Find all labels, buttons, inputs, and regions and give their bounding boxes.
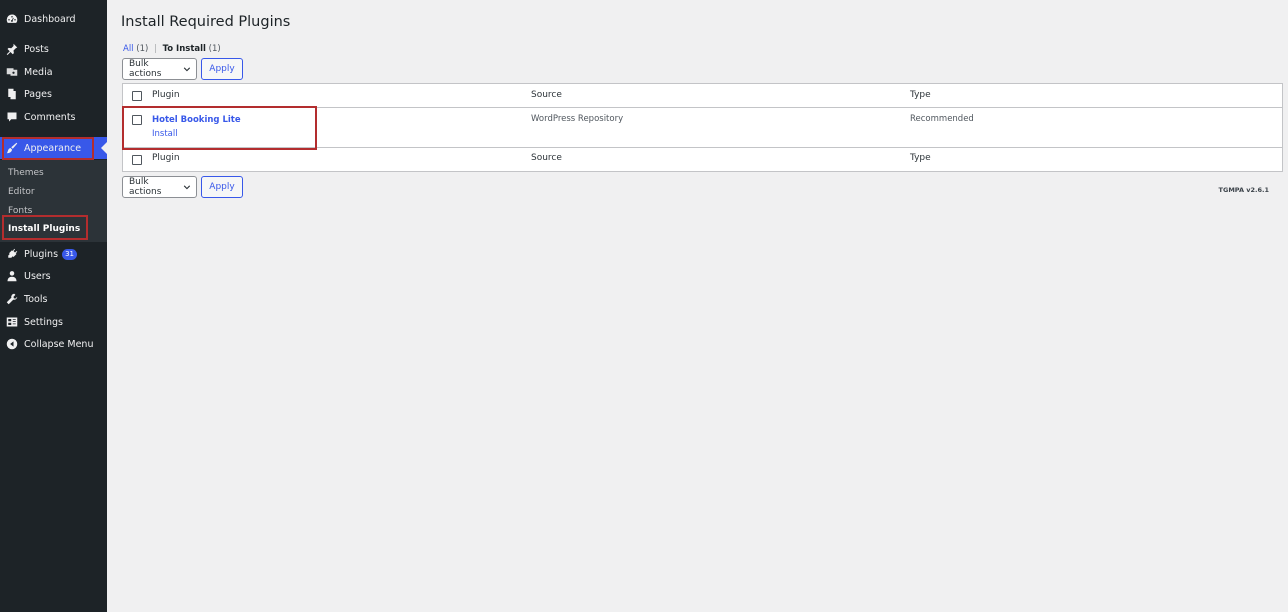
column-footer-type: Type <box>910 153 931 163</box>
plugins-update-badge: 31 <box>62 248 78 260</box>
sidebar-item-label: Appearance <box>24 142 82 154</box>
sidebar-item-label: Dashboard <box>24 13 76 25</box>
sidebar-item-pages[interactable]: Pages <box>0 83 107 105</box>
sidebar-item-posts[interactable]: Posts <box>0 38 107 60</box>
comments-icon <box>0 106 24 128</box>
install-action-link[interactable]: Install <box>152 129 178 139</box>
sidebar-item-label: Pages <box>24 88 52 100</box>
row-checkbox[interactable] <box>132 115 142 125</box>
bulk-actions-label: Bulk actions <box>129 177 162 197</box>
sidebar-item-label: Users <box>24 270 51 282</box>
plugin-icon <box>0 243 24 265</box>
submenu-item-fonts[interactable]: Fonts <box>8 206 32 216</box>
column-header-type: Type <box>910 90 931 100</box>
status-filter-links: All (1) | To Install (1) <box>123 44 221 54</box>
dashboard-icon <box>0 8 24 30</box>
bulk-actions-top: Bulk actions Apply <box>122 58 243 80</box>
bulk-actions-select-bottom[interactable]: Bulk actions <box>122 176 197 198</box>
sidebar-item-label: Collapse Menu <box>24 338 94 350</box>
filter-to-install-link[interactable]: To Install <box>163 44 206 54</box>
sidebar-item-appearance[interactable]: Appearance <box>0 137 107 159</box>
table-row: Hotel Booking Lite Install WordPress Rep… <box>123 108 1282 148</box>
submenu-item-install-plugins[interactable]: Install Plugins <box>8 224 80 234</box>
pushpin-icon <box>0 38 24 60</box>
bulk-actions-label: Bulk actions <box>129 59 162 79</box>
table-header-row: Plugin Source Type <box>123 84 1282 108</box>
sidebar-item-tools[interactable]: Tools <box>0 288 107 310</box>
sidebar-item-plugins[interactable]: Plugins 31 <box>0 243 107 265</box>
pages-icon <box>0 83 24 105</box>
chevron-down-icon <box>183 185 191 190</box>
sidebar-item-label: Media <box>24 66 53 78</box>
admin-sidebar: Dashboard Posts Media Pages Comments App… <box>0 0 107 612</box>
bulk-actions-select-top[interactable]: Bulk actions <box>122 58 197 80</box>
bulk-actions-bottom: Bulk actions Apply <box>122 176 243 198</box>
sidebar-item-collapse-menu[interactable]: Collapse Menu <box>0 333 107 355</box>
sidebar-item-label: Tools <box>24 293 48 305</box>
tgmpa-version: TGMPA v2.6.1 <box>1218 186 1269 194</box>
sidebar-item-users[interactable]: Users <box>0 265 107 287</box>
sidebar-item-media[interactable]: Media <box>0 61 107 83</box>
media-icon <box>0 61 24 83</box>
sidebar-item-label: Posts <box>24 43 49 55</box>
column-header-source: Source <box>531 90 562 100</box>
sidebar-item-dashboard[interactable]: Dashboard <box>0 8 107 30</box>
apply-button-bottom[interactable]: Apply <box>201 176 243 198</box>
plugin-source: WordPress Repository <box>531 114 624 124</box>
column-footer-source: Source <box>531 153 562 163</box>
page-title: Install Required Plugins <box>121 14 291 30</box>
paintbrush-icon <box>0 137 24 159</box>
wrench-icon <box>0 288 24 310</box>
table-footer-row: Plugin Source Type <box>123 148 1282 172</box>
filter-to-install-count: (1) <box>208 44 221 54</box>
submenu-item-editor[interactable]: Editor <box>8 187 35 197</box>
main-content: Install Required Plugins All (1) | To In… <box>107 0 1288 612</box>
sidebar-item-label: Comments <box>24 111 76 123</box>
column-footer-plugin: Plugin <box>152 153 180 163</box>
user-icon <box>0 265 24 287</box>
select-all-checkbox-top[interactable] <box>132 91 142 101</box>
sidebar-item-comments[interactable]: Comments <box>0 106 107 128</box>
filter-all-link[interactable]: All <box>123 44 134 54</box>
plugin-type: Recommended <box>910 114 974 124</box>
column-header-plugin: Plugin <box>152 90 180 100</box>
plugins-table: Plugin Source Type Hotel Booking Lite In… <box>122 83 1283 172</box>
apply-button-top[interactable]: Apply <box>201 58 243 80</box>
settings-icon <box>0 311 24 333</box>
plugin-name-link[interactable]: Hotel Booking Lite <box>152 115 241 125</box>
chevron-down-icon <box>183 67 191 72</box>
sidebar-item-settings[interactable]: Settings <box>0 311 107 333</box>
filter-separator: | <box>154 44 157 54</box>
appearance-submenu: Themes Editor Fonts Install Plugins <box>0 160 107 242</box>
collapse-icon <box>0 333 24 355</box>
sidebar-item-label: Plugins <box>24 248 59 260</box>
select-all-checkbox-bottom[interactable] <box>132 155 142 165</box>
sidebar-item-label: Settings <box>24 316 63 328</box>
filter-all-count: (1) <box>136 44 149 54</box>
submenu-item-themes[interactable]: Themes <box>8 168 44 178</box>
